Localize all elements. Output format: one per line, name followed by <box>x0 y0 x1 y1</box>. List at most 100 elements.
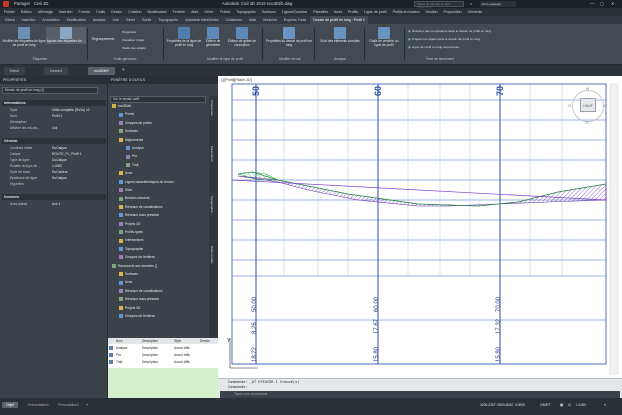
visualiser-objet-button[interactable]: Visualiser l'objet <box>122 38 144 42</box>
tree-item[interactable]: Groupes de points <box>119 121 152 125</box>
compass-n[interactable]: N <box>586 86 589 91</box>
tab-annotation[interactable]: Annotation <box>39 16 62 24</box>
proprietes-button[interactable]: Propriétés <box>122 30 136 34</box>
side-tab-prospecteur[interactable]: Prospecteur <box>210 100 214 116</box>
selection-dropdown[interactable]: Dessin de profil en long (1) <box>2 87 98 94</box>
tree-item[interactable]: Trait <box>126 163 138 167</box>
suivi-elements-button[interactable]: Suivi des éléments cumulés <box>318 27 362 44</box>
tab-vue[interactable]: Vue <box>110 16 122 24</box>
compass-s[interactable]: S <box>586 120 589 125</box>
drawing-canvas[interactable]: 50.00 60.00 70.00 8.26 17.67 17.32 18.22… <box>218 76 622 398</box>
editeur-geometrie-button[interactable]: Éditeur de géométrie <box>202 27 224 47</box>
proprietes-ligne-button[interactable]: Propriétés de la ligne de profil en long <box>166 27 202 47</box>
launch-item[interactable]: ▣ Ligne de profil en long superposée <box>408 45 459 49</box>
section-donnees[interactable]: Données <box>2 194 106 200</box>
ajouter-etiquettes-button[interactable]: Ajouter des étiquettes de ... <box>46 27 86 44</box>
model-space-toggle[interactable]: OBJET <box>540 403 551 407</box>
tab-insertion[interactable]: Insertion <box>19 16 39 24</box>
compass-e[interactable]: E <box>604 103 607 108</box>
menu-item[interactable]: Proposition <box>444 8 462 16</box>
menu-item[interactable]: Axes <box>334 8 342 16</box>
menu-item[interactable]: Surfaces <box>262 8 276 16</box>
tree-item[interactable]: Sites <box>119 188 132 193</box>
section-general[interactable]: Général <box>2 138 106 144</box>
tree-item[interactable]: Lignes caractéristiques du terrain <box>119 180 174 184</box>
menu-item[interactable]: Profils <box>348 8 358 16</box>
tab-express-tools[interactable]: Express Tools <box>281 16 309 24</box>
viewcube-face[interactable]: HAUT <box>580 98 596 112</box>
search-icon[interactable]: ⌕ <box>470 0 472 8</box>
menu-item[interactable]: Parcelles <box>313 8 328 16</box>
tab-layout1[interactable]: Présentation1 <box>24 402 53 408</box>
table-row[interactable]: Analyse Description Aucun Affic <box>108 345 218 351</box>
tree-item[interactable]: exo3Déb <box>112 104 131 109</box>
tab-modification[interactable]: Modification <box>64 16 89 24</box>
tab-dessin-profil[interactable]: Dessin de profil en long : Profil 1 <box>310 16 368 24</box>
close-icon[interactable]: ✕ <box>611 0 615 8</box>
tab-topographie[interactable]: Topographie <box>155 16 181 24</box>
doc-tab-debut[interactable]: Début <box>4 67 26 75</box>
tree-item[interactable]: Axes <box>119 171 132 176</box>
menu-item[interactable]: Fenêtre <box>173 8 185 16</box>
tab-aide[interactable]: Aide <box>246 16 259 24</box>
menu-item[interactable]: Cotation <box>128 8 141 16</box>
tree-item[interactable]: Pro <box>126 154 137 159</box>
menu-item[interactable]: Affichage <box>38 8 53 16</box>
tree-item[interactable]: Réseaux de canalisations <box>119 289 163 293</box>
command-input[interactable]: Tapez une commande <box>220 391 620 398</box>
new-tab-icon[interactable]: + <box>122 67 125 73</box>
tab-gerer[interactable]: Gérer <box>123 16 138 24</box>
tab-layout2[interactable]: Présentation2 <box>54 402 83 408</box>
menu-item[interactable]: Section <box>426 8 438 16</box>
menu-item[interactable]: Fichier <box>4 8 15 16</box>
doc-tab-dessin1[interactable]: Dessin1 <box>44 67 69 75</box>
tree-item[interactable]: Réseaux sous pression <box>119 213 159 218</box>
view-dropdown[interactable]: Sur le dessin actif <box>110 96 206 103</box>
tab-model[interactable]: Objet <box>2 402 19 408</box>
tree-item[interactable]: Réseaux sous pression <box>119 297 159 302</box>
tree-item[interactable]: Surfaces <box>119 129 138 134</box>
menu-item[interactable]: Topographie <box>236 8 256 16</box>
proprietes-dessin-button[interactable]: Propriétés du dessin de profil en long <box>266 27 312 47</box>
tree-item[interactable]: Besoins verserts <box>119 196 149 201</box>
menu-item[interactable]: Profils en travers <box>393 8 420 16</box>
menu-item[interactable]: Aide <box>191 8 198 16</box>
editeur-grilles-button[interactable]: Éditeur de grilles de conception <box>224 27 260 47</box>
doc-tab-exo3deb[interactable]: exo3Déb* <box>88 67 115 75</box>
outils-details-button[interactable]: Outils des détails <box>122 46 146 50</box>
snap-icon[interactable]: ⊡ <box>568 403 571 407</box>
launch-item[interactable]: ▣ Dessiner des composants dans le dessin… <box>408 29 491 33</box>
menu-item[interactable]: Générale <box>468 8 483 16</box>
side-tab-parametres[interactable]: Paramètres <box>210 146 214 162</box>
side-tab-topographie[interactable]: Topographie <box>210 196 214 213</box>
table-row[interactable]: Pro Description Aucun Affic <box>108 352 218 358</box>
user-account[interactable]: lamo pagaoge <box>480 1 516 7</box>
modifier-etiquettes-button[interactable]: Modifier les étiquettes de ligne de prof… <box>2 27 46 47</box>
menu-item[interactable]: Format <box>79 8 90 16</box>
tree-item[interactable]: Groupes de fenêtres <box>119 314 155 319</box>
maximize-icon[interactable]: ▢ <box>600 0 604 8</box>
compass-w[interactable]: O <box>568 103 571 108</box>
tab-infraworks[interactable]: Autodesk InfraWorks <box>182 16 221 24</box>
tree-item[interactable]: Analyse <box>126 146 144 151</box>
search-input[interactable]: Tapez un mot-clé ou une expression <box>414 1 464 10</box>
menu-item[interactable]: Points <box>220 8 230 16</box>
table-row[interactable]: Trait Description Aucun Affic <box>108 359 218 365</box>
minimize-icon[interactable]: — <box>590 0 594 8</box>
menu-item[interactable]: Édition <box>21 8 32 16</box>
tree-item[interactable]: Points <box>119 112 134 117</box>
side-tab-boite-outils[interactable]: Boîte à outils <box>210 246 214 263</box>
tree-item[interactable]: Raccourcis aux données [] <box>112 264 157 268</box>
tab-analyse[interactable]: Analyse <box>90 16 109 24</box>
add-layout-icon[interactable]: + <box>86 402 88 407</box>
tree-item[interactable]: Surfaces <box>119 272 138 277</box>
scale-readout[interactable]: 1:1000 <box>576 403 586 407</box>
tree-item[interactable]: Projets 3D <box>119 306 140 310</box>
menu-item[interactable]: Outils <box>96 8 105 16</box>
tab-modules[interactable]: Modules <box>260 16 280 24</box>
tree-item[interactable]: Profils types <box>119 230 143 235</box>
quick-access-share[interactable]: Partager <box>14 0 30 8</box>
tree-item[interactable]: Topographie <box>119 247 143 251</box>
tree-item[interactable]: Réseaux de canalisations <box>119 205 163 209</box>
outils-creation-button[interactable]: Outils de création du ligne de profil <box>366 27 402 47</box>
